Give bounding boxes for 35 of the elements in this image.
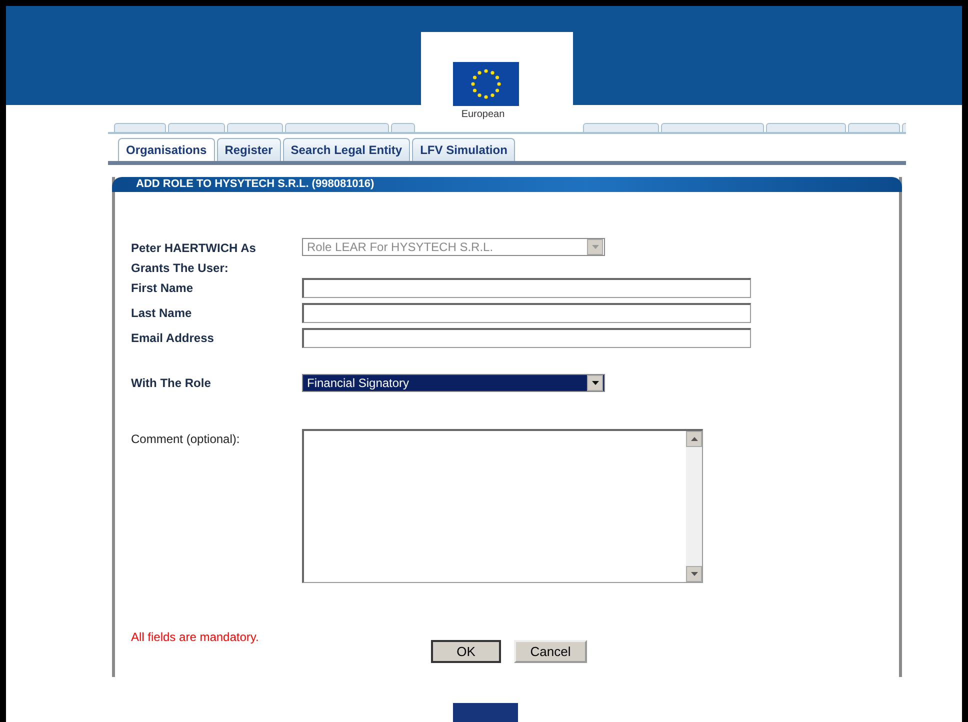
dropdown-arrow-icon	[592, 245, 598, 249]
tab[interactable]: Register	[216, 138, 281, 161]
field-label: Peter HAERTWICH As Grants The User:	[131, 240, 257, 277]
tab[interactable]: LFV Simulation	[412, 138, 516, 161]
text-field[interactable]	[302, 278, 751, 298]
tab[interactable]	[661, 123, 764, 132]
comment-field[interactable]	[302, 429, 703, 583]
role-select[interactable]: Financial Signatory	[302, 374, 605, 392]
field-label: First Name	[131, 280, 194, 297]
tab[interactable]	[114, 123, 166, 132]
field-label: Comment (optional):	[131, 431, 241, 448]
text-field[interactable]	[302, 303, 751, 323]
cancel-button[interactable]: Cancel	[514, 640, 587, 663]
tab[interactable]	[168, 123, 225, 132]
text-field[interactable]	[302, 328, 751, 348]
tab[interactable]	[285, 123, 389, 132]
field-label: With The Role	[131, 375, 212, 392]
panel-title: ADD ROLE TO HYSYTECH S.R.L. (998081016)	[112, 177, 902, 192]
tab[interactable]	[848, 123, 900, 132]
ok-button[interactable]: OK	[431, 640, 501, 663]
mandatory-note: All fields are mandatory.	[131, 630, 259, 644]
scroll-up-icon[interactable]	[690, 437, 698, 441]
tab[interactable]: Organisations	[118, 138, 215, 161]
flag-icon	[453, 62, 519, 106]
tab[interactable]	[391, 123, 415, 132]
field-label: Last Name	[131, 305, 193, 322]
tab[interactable]: Search Legal Entity	[282, 138, 410, 161]
field-label: Email Address	[131, 330, 215, 347]
tab[interactable]	[583, 123, 659, 132]
logo-caption: European	[461, 109, 505, 121]
dropdown-arrow-icon	[592, 381, 598, 385]
tab[interactable]	[227, 123, 283, 132]
tab[interactable]	[766, 123, 846, 132]
footer-block	[453, 703, 518, 722]
scroll-down-icon[interactable]	[690, 572, 698, 576]
